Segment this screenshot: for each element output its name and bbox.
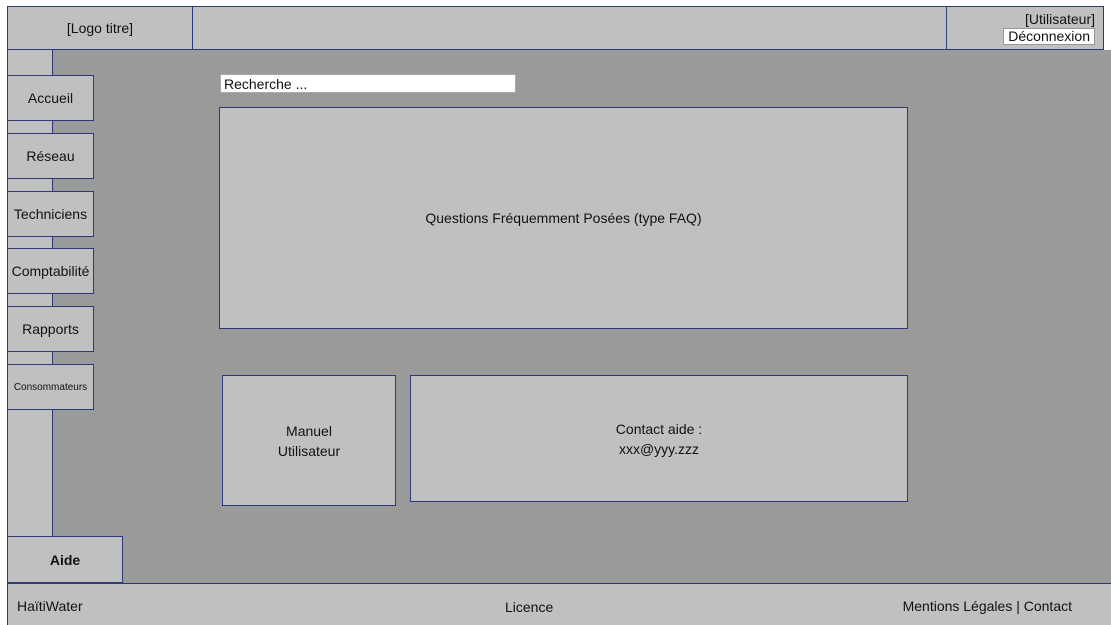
sidebar-item-label: Accueil <box>27 90 74 106</box>
sidebar-item-accueil[interactable]: Accueil <box>7 75 94 121</box>
logo-title: [Logo titre] <box>7 6 193 50</box>
footer-brand: HaïtiWater <box>17 598 83 614</box>
sidebar-item-techniciens[interactable]: Techniciens <box>7 191 94 237</box>
sidebar-item-label: Réseau <box>26 148 75 164</box>
sidebar-item-label: Comptabilité <box>11 263 90 279</box>
sidebar-item-reseau[interactable]: Réseau <box>7 133 94 179</box>
legal-notice-link[interactable]: Mentions Légales <box>903 598 1013 614</box>
footer-links: Mentions Légales | Contact <box>903 598 1072 614</box>
sidebar-item-aide[interactable]: Aide <box>7 536 123 583</box>
user-area: [Utilisateur] Déconnexion <box>946 6 1104 50</box>
logout-button[interactable]: Déconnexion <box>1003 28 1095 45</box>
footer-license-link[interactable]: Licence <box>505 599 553 615</box>
sidebar-item-label: Aide <box>49 551 81 568</box>
sidebar-item-label: Techniciens <box>13 206 88 222</box>
search-input[interactable] <box>220 74 516 93</box>
faq-label: Questions Fréquemment Posées (type FAQ) <box>425 210 702 226</box>
header-bar <box>192 6 947 50</box>
sidebar-item-label: Consommateurs <box>13 381 88 393</box>
sidebar-item-label: Rapports <box>22 321 79 337</box>
contact-help-label: Contact aide : <box>615 420 703 437</box>
manual-label-line2: Utilisateur <box>277 442 341 459</box>
contact-help-panel: Contact aide : xxx@yyy.zzz <box>410 375 908 502</box>
footer-separator: | <box>1016 598 1020 614</box>
user-label: [Utilisateur] <box>1024 11 1095 27</box>
manual-label-line1: Manuel <box>286 422 332 439</box>
user-manual-panel[interactable]: Manuel Utilisateur <box>222 375 396 506</box>
sidebar-item-comptabilite[interactable]: Comptabilité <box>7 248 94 294</box>
logo-title-text: [Logo titre] <box>66 20 134 36</box>
sidebar-item-consommateurs[interactable]: Consommateurs <box>7 364 94 410</box>
contact-email[interactable]: xxx@yyy.zzz <box>616 439 702 459</box>
faq-panel[interactable]: Questions Fréquemment Posées (type FAQ) <box>219 107 908 329</box>
sidebar-item-rapports[interactable]: Rapports <box>7 306 94 352</box>
footer-contact-link[interactable]: Contact <box>1024 598 1072 614</box>
